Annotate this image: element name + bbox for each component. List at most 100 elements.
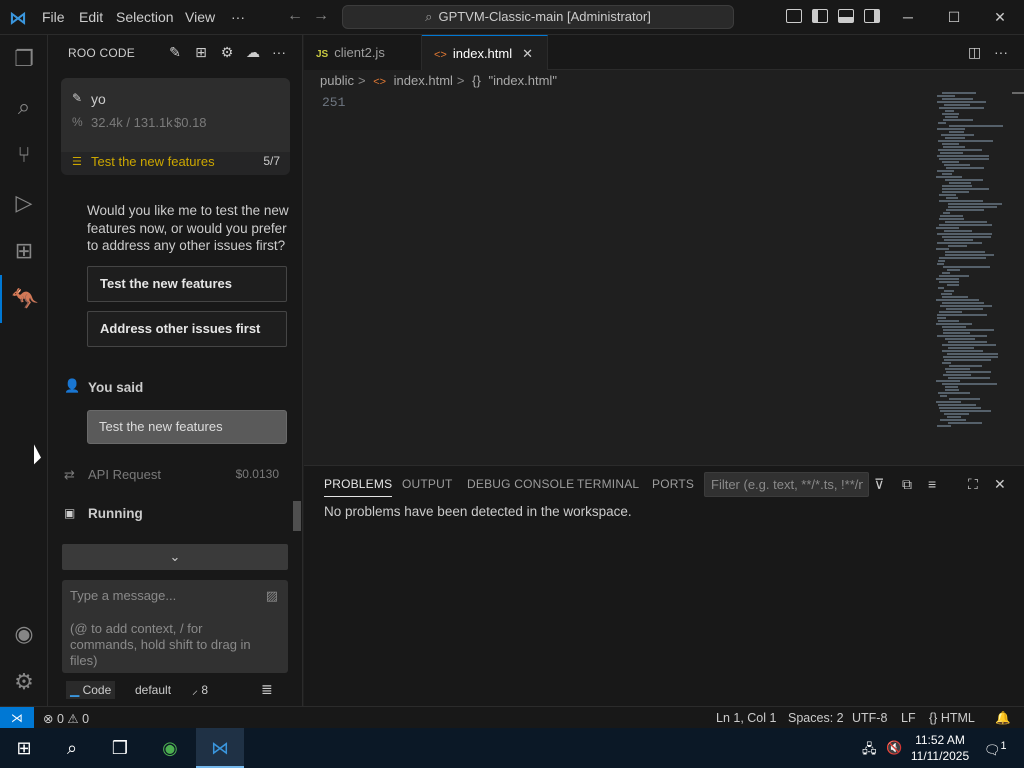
minimap-line xyxy=(945,221,987,223)
search-icon[interactable]: ⌕ xyxy=(0,83,48,131)
minimap-line xyxy=(938,287,944,289)
mode-selector[interactable]: ▁ Code xyxy=(66,681,116,699)
add-image-icon[interactable]: ▨ xyxy=(266,588,278,604)
minimap-line xyxy=(942,272,950,274)
extensions-icon[interactable]: ⊞ xyxy=(0,227,48,275)
close-panel-icon[interactable]: ✕ xyxy=(994,476,1006,493)
notification-center-icon[interactable]: 🗨1 xyxy=(984,740,1007,758)
windows-start-icon[interactable]: ⊞ xyxy=(0,728,48,768)
minimap-line xyxy=(948,245,967,247)
api-request-label[interactable]: API Request xyxy=(88,467,161,482)
message-input[interactable] xyxy=(70,588,250,603)
edit-icon[interactable]: ✎ xyxy=(72,91,82,105)
minimap-line xyxy=(943,266,990,268)
minimap-line xyxy=(936,380,960,382)
source-control-icon[interactable]: ⑂ xyxy=(0,131,48,179)
minimap-line xyxy=(936,227,959,229)
minimap-line xyxy=(937,317,946,319)
tab-index-html[interactable]: <> index.html ✕ xyxy=(422,35,548,70)
editor-scrollbar[interactable] xyxy=(1012,92,1024,94)
encoding[interactable]: UTF-8 xyxy=(852,711,887,725)
settings-gear-icon[interactable]: ⚙ xyxy=(218,43,236,61)
scroll-to-bottom-button[interactable]: ⌄ xyxy=(62,544,288,570)
tab-problems[interactable]: PROBLEMS xyxy=(324,477,393,497)
model-selector[interactable]: default xyxy=(131,681,175,699)
menu-more[interactable]: ··· xyxy=(231,9,245,25)
close-tab-icon[interactable]: ✕ xyxy=(522,46,533,61)
indentation[interactable]: Spaces: 2 xyxy=(788,711,844,725)
todo-row[interactable]: ☰ Test the new features 5/7 xyxy=(61,152,290,175)
notifications-bell-icon[interactable]: 🔔 xyxy=(995,711,1011,726)
volume-muted-icon[interactable]: 🔇 xyxy=(886,740,902,756)
forward-arrow-icon[interactable]: → xyxy=(313,7,329,25)
network-icon[interactable]: 🖧 xyxy=(862,740,877,762)
chrome-icon[interactable]: ◉ xyxy=(146,728,194,768)
roo-code-kangaroo-icon[interactable]: 🦘 xyxy=(0,275,48,323)
collapse-all-icon[interactable]: ⧉ xyxy=(902,476,912,493)
command-center[interactable]: ⌕ GPTVM-Classic-main [Administrator] xyxy=(342,5,734,29)
maximize-icon[interactable]: ☐ xyxy=(939,6,969,28)
menu-selection[interactable]: Selection xyxy=(116,9,174,25)
minimap-line xyxy=(941,134,974,136)
context-selector[interactable]: ⸝ 8 xyxy=(188,681,212,699)
minimap-line xyxy=(942,350,983,352)
split-editor-icon[interactable]: ◫ xyxy=(968,44,981,61)
minimap-line xyxy=(949,182,971,184)
manage-gear-icon[interactable]: ⚙ xyxy=(0,658,48,706)
vscode-taskbar-icon[interactable]: ⋈ xyxy=(196,728,244,768)
filter-icon[interactable]: ⊽ xyxy=(874,476,884,493)
menu-view[interactable]: View xyxy=(185,9,215,25)
menu-file[interactable]: File xyxy=(42,9,65,25)
toggle-primary-sidebar-icon[interactable] xyxy=(812,9,828,23)
database-icon[interactable]: ≣ xyxy=(261,681,273,698)
cloud-icon[interactable]: ☁ xyxy=(244,43,262,61)
run-debug-icon[interactable]: ▷ xyxy=(0,179,48,227)
breadcrumb-folder[interactable]: public xyxy=(320,73,354,88)
view-as-list-icon[interactable]: ≡ xyxy=(928,476,936,492)
more-actions-icon[interactable]: ··· xyxy=(270,43,288,61)
language-mode[interactable]: {} HTML xyxy=(929,711,975,725)
modes-icon[interactable]: ⊞ xyxy=(192,43,210,61)
minimap-line xyxy=(949,365,982,367)
minimize-icon[interactable]: ─ xyxy=(893,6,923,28)
new-task-pencil-icon[interactable]: ✎ xyxy=(166,43,184,61)
filter-input[interactable] xyxy=(711,477,863,492)
breadcrumb-symbol[interactable]: "index.html" xyxy=(488,73,556,88)
task-view-icon[interactable]: ❒ xyxy=(96,728,144,768)
maximize-panel-icon[interactable]: ⛶ xyxy=(968,476,978,493)
back-arrow-icon[interactable]: ← xyxy=(287,7,303,25)
toggle-panel-icon[interactable] xyxy=(838,9,854,23)
sidebar-title: ROO CODE xyxy=(68,46,135,60)
user-icon: 👤 xyxy=(64,378,81,393)
tab-output[interactable]: OUTPUT xyxy=(402,477,453,491)
minimap[interactable] xyxy=(936,92,1008,432)
breadcrumb-file[interactable]: index.html xyxy=(394,73,453,88)
tab-client2-js[interactable]: JS client2.js xyxy=(304,35,422,70)
sidebar-scrollbar[interactable] xyxy=(293,501,301,531)
menu-edit[interactable]: Edit xyxy=(79,9,103,25)
customize-layout-icon[interactable] xyxy=(786,9,802,23)
end-of-line[interactable]: LF xyxy=(901,711,916,725)
suggestion-address-button[interactable]: Address other issues first xyxy=(87,311,287,347)
tab-debug-console[interactable]: DEBUG CONSOLE xyxy=(467,477,574,491)
toggle-secondary-sidebar-icon[interactable] xyxy=(864,9,880,23)
error-count: 0 xyxy=(56,712,64,726)
problems-status[interactable]: ⊗ 0 ⚠ 0 xyxy=(43,711,89,726)
minimap-line xyxy=(944,164,970,166)
remote-indicator-icon[interactable]: ⋊ xyxy=(0,707,34,729)
close-window-icon[interactable]: ✕ xyxy=(985,6,1015,28)
activity-bar: ❐ ⌕ ⑂ ▷ ⊞ 🦘 ◉ ⚙ xyxy=(0,35,48,706)
problems-filter[interactable] xyxy=(704,472,869,497)
system-clock[interactable]: 11:52 AM 11/11/2025 xyxy=(908,732,972,764)
minimap-line xyxy=(948,206,997,208)
tab-terminal[interactable]: TERMINAL xyxy=(577,477,639,491)
accounts-icon[interactable]: ◉ xyxy=(0,610,48,658)
explorer-icon[interactable]: ❐ xyxy=(0,35,48,83)
taskbar-search-icon[interactable]: ⌕ xyxy=(48,728,96,768)
message-box[interactable]: (@ to add context, / for commands, hold … xyxy=(62,580,288,673)
suggestion-test-button[interactable]: Test the new features xyxy=(87,266,287,302)
tab-ports[interactable]: PORTS xyxy=(652,477,694,491)
cursor-position[interactable]: Ln 1, Col 1 xyxy=(716,711,776,725)
editor-more-actions-icon[interactable]: ··· xyxy=(994,44,1008,60)
task-card[interactable]: ✎ yo % 32.4k / 131.1k $0.18 ☰ Test the n… xyxy=(61,78,290,175)
